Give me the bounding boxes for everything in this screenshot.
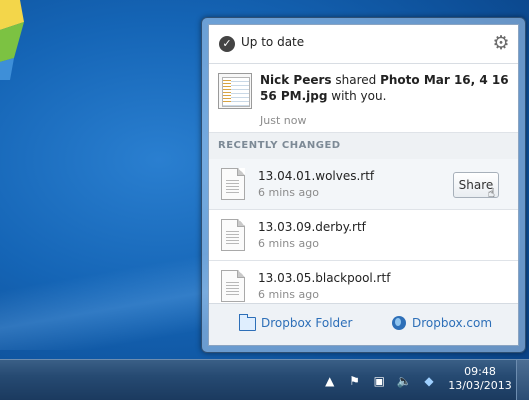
taskbar-clock[interactable]: 09:48 13/03/2013	[447, 365, 513, 393]
dropbox-popup: ✓ Up to date ⚙ Nick Peers shared Photo M…	[201, 17, 526, 353]
dropbox-panel: ✓ Up to date ⚙ Nick Peers shared Photo M…	[208, 24, 519, 346]
notification-message: Nick Peers shared Photo Mar 16, 4 16 56 …	[260, 72, 510, 104]
section-title: RECENTLY CHANGED	[218, 140, 341, 151]
globe-icon	[392, 316, 406, 330]
show-desktop-button[interactable]	[516, 360, 529, 400]
recently-changed-header: RECENTLY CHANGED	[209, 132, 518, 160]
gear-icon[interactable]: ⚙	[490, 32, 512, 54]
taskbar: ▲ ⚑ ▣ 🔈 ◆ 09:48 13/03/2013	[0, 359, 529, 400]
volume-icon[interactable]: 🔈	[396, 373, 412, 389]
document-icon	[221, 219, 245, 251]
photo-thumbnail-icon	[218, 73, 252, 109]
clock-time: 09:48	[464, 365, 496, 378]
notification-suffix: with you.	[327, 89, 387, 103]
document-icon	[221, 270, 245, 302]
list-item[interactable]: 13.04.01.wolves.rtf 6 mins ago Share ☝	[209, 159, 518, 210]
file-time: 6 mins ago	[258, 237, 319, 250]
file-name: 13.04.01.wolves.rtf	[258, 169, 375, 183]
status-text: Up to date	[241, 35, 305, 49]
hand-cursor-icon: ☝	[487, 186, 495, 200]
file-time: 6 mins ago	[258, 288, 319, 301]
popup-footer: Dropbox Folder Dropbox.com	[209, 303, 518, 345]
show-hidden-icons-icon[interactable]: ▲	[322, 373, 338, 389]
notification-time: Just now	[260, 114, 307, 127]
file-name: 13.03.05.blackpool.rtf	[258, 271, 391, 285]
dropbox-folder-link[interactable]: Dropbox Folder	[261, 316, 352, 330]
action-center-flag-icon[interactable]: ⚑	[347, 373, 363, 389]
file-time: 6 mins ago	[258, 186, 319, 199]
desktop-wallpaper-decoration	[0, 0, 30, 80]
notification-action: shared	[331, 73, 381, 87]
notification-sender: Nick Peers	[260, 73, 332, 87]
network-icon[interactable]: ▣	[371, 373, 387, 389]
folder-icon	[239, 314, 256, 331]
system-tray: ▲ ⚑ ▣ 🔈 ◆	[317, 373, 437, 389]
check-circle-icon: ✓	[219, 36, 235, 52]
dropbox-tray-icon[interactable]: ◆	[421, 373, 437, 389]
clock-date: 13/03/2013	[448, 379, 512, 392]
document-icon	[221, 168, 245, 200]
status-row: ✓ Up to date ⚙	[209, 25, 518, 64]
list-item[interactable]: 13.03.09.derby.rtf 6 mins ago	[209, 210, 518, 261]
file-name: 13.03.09.derby.rtf	[258, 220, 366, 234]
dropbox-web-link[interactable]: Dropbox.com	[412, 316, 492, 330]
share-notification[interactable]: Nick Peers shared Photo Mar 16, 4 16 56 …	[209, 64, 518, 131]
